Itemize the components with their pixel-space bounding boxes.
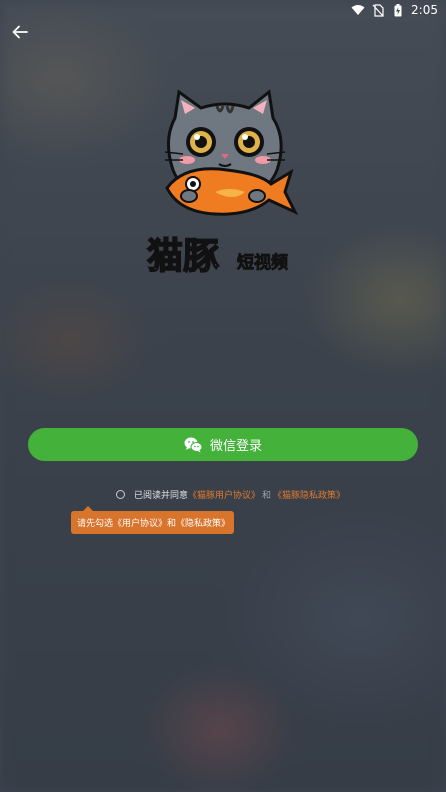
agreement-checkbox[interactable]: [116, 489, 125, 499]
agreement-row: 已阅读并同意 《猫豚用户协议》 和 《猫豚隐私政策》: [116, 487, 345, 501]
privacy-policy-link[interactable]: 《猫豚隐私政策》: [273, 488, 345, 501]
back-button[interactable]: [8, 20, 32, 44]
agreement-tooltip: 请先勾选《用户协议》和《隐私政策》: [71, 506, 234, 534]
battery-charging-icon: [391, 3, 405, 17]
brand-sub-text: 短视频: [237, 252, 288, 272]
status-time: 2:05: [411, 3, 438, 17]
wechat-icon: [184, 437, 202, 452]
user-agreement-link[interactable]: 《猫豚用户协议》: [188, 488, 260, 501]
wifi-icon: [351, 3, 365, 17]
agreement-separator: 和: [262, 490, 272, 501]
no-sim-icon: [371, 3, 385, 17]
back-arrow-icon: [12, 25, 28, 39]
status-bar: 2:05: [0, 0, 446, 20]
app-logo: 猫豚 短视频: [145, 88, 305, 278]
wechat-login-label: 微信登录: [209, 439, 262, 454]
brand-main-text: 猫豚: [147, 235, 219, 276]
wechat-login-button[interactable]: 微信登录: [28, 428, 418, 461]
agreement-prefix: 已阅读并同意: [134, 490, 189, 501]
tooltip-text: 请先勾选《用户协议》和《隐私政策》: [77, 519, 231, 529]
